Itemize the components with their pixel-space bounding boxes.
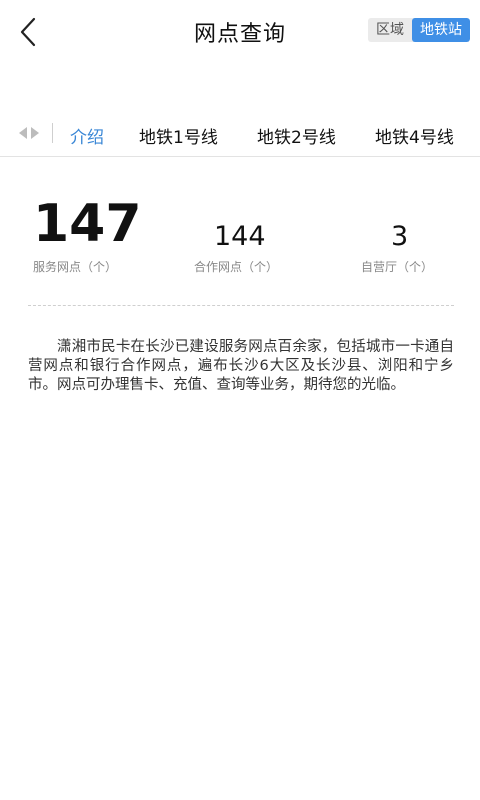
partner-outlets-label: 合作网点（个） — [194, 260, 279, 274]
tab-metro-line-4[interactable]: 地铁4号线 — [375, 123, 454, 148]
tab-metro-line-2[interactable]: 地铁2号线 — [257, 123, 336, 148]
view-toggle: 区域 地铁站 — [368, 18, 470, 42]
own-halls-label: 自营厅（个） — [361, 260, 434, 274]
intro-description: 潇湘市民卡在长沙已建设服务网点百余家，包括城市一卡通自营网点和银行合作网点，遍布… — [28, 339, 454, 393]
partner-outlets-count: 144 — [214, 221, 266, 252]
tab-divider — [52, 123, 53, 143]
line-tab-bar: 介绍 地铁1号线 地铁2号线 地铁4号线 — [0, 112, 480, 157]
service-outlets-count: 147 — [33, 194, 142, 254]
service-outlets-label: 服务网点（个） — [33, 260, 118, 274]
own-halls-count: 3 — [391, 221, 409, 252]
section-divider — [28, 305, 454, 306]
scroll-arrows-icon[interactable] — [18, 125, 40, 139]
tab-metro-line-1[interactable]: 地铁1号线 — [139, 123, 218, 148]
segment-region[interactable]: 区域 — [368, 18, 412, 42]
header-bar: 网点查询 区域 地铁站 — [0, 0, 480, 64]
segment-metro-station[interactable]: 地铁站 — [412, 18, 470, 42]
tab-intro[interactable]: 介绍 — [70, 123, 104, 148]
